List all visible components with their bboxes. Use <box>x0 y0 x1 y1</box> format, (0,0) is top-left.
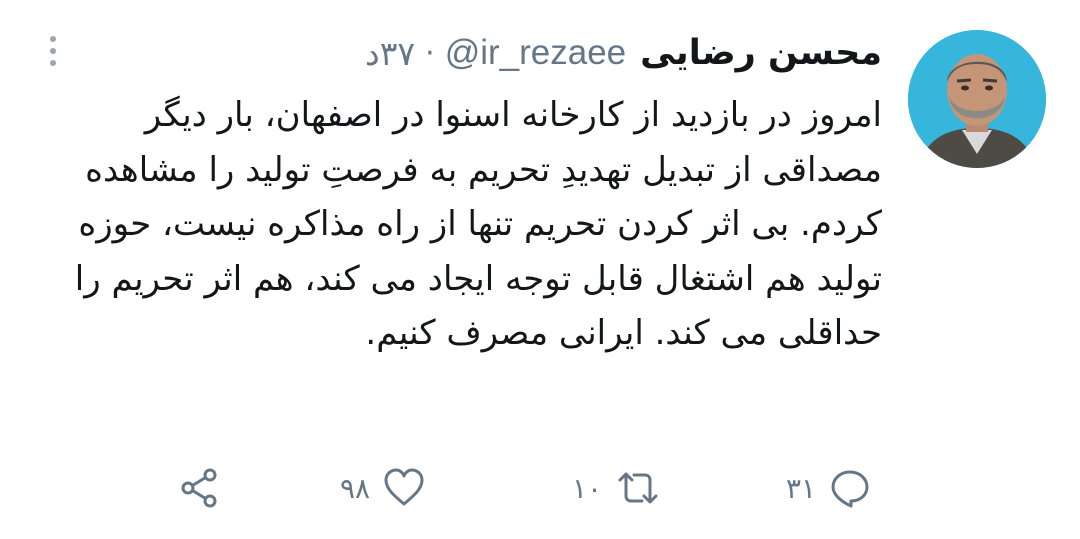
tweet-header: محسن رضایی @ir_rezaee · ۳۷د <box>365 30 882 76</box>
author-handle[interactable]: @ir_rezaee <box>445 33 626 73</box>
vertical-dots-icon <box>50 36 56 66</box>
retweet-arrows-icon <box>618 472 658 504</box>
author-name[interactable]: محسن رضایی <box>640 33 882 73</box>
reply-bubble-icon <box>831 470 869 508</box>
retweet-count: ۱۰ <box>572 471 603 505</box>
share-button[interactable] <box>178 458 222 518</box>
tweet-actions: ۳۱ ۱۰ ۹۸ <box>0 458 1080 518</box>
share-icon <box>181 468 217 508</box>
tweet[interactable]: محسن رضایی @ir_rezaee · ۳۷د امروز در باز… <box>0 0 1080 539</box>
tweet-text: امروز در بازدید از کارخانه اسنوا در اصفه… <box>74 95 882 353</box>
profile-photo-icon <box>908 30 1046 168</box>
heart-outline-icon <box>384 468 424 506</box>
more-options-button[interactable] <box>38 34 68 68</box>
separator: · <box>425 35 435 71</box>
like-count: ۹۸ <box>340 471 371 505</box>
reply-button[interactable]: ۳۱ <box>786 458 872 518</box>
reply-count: ۳۱ <box>786 471 817 505</box>
timestamp[interactable]: ۳۷د <box>365 34 415 73</box>
avatar[interactable] <box>908 30 1046 168</box>
retweet-button[interactable]: ۱۰ <box>572 458 662 518</box>
like-button[interactable]: ۹۸ <box>340 458 426 518</box>
